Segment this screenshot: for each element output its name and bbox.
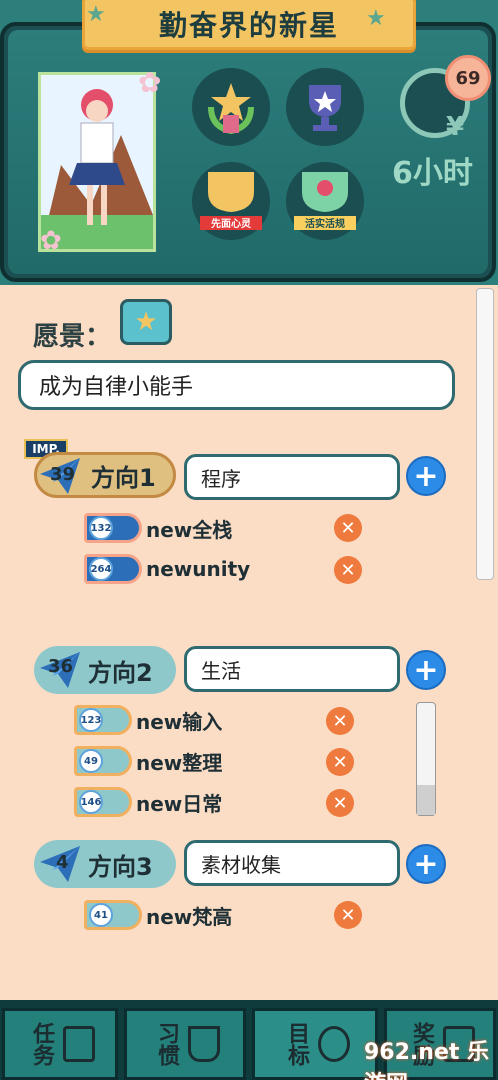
direction-3-input[interactable]: 素材收集: [184, 840, 400, 886]
direction-2-label: 方向2: [88, 658, 153, 687]
direction-1-count: 39: [50, 464, 76, 485]
delete-button[interactable]: ✕: [326, 707, 354, 735]
hours-label: 6小时: [392, 156, 473, 191]
direction-2-scroll-thumb[interactable]: [417, 785, 435, 815]
item-count: 49: [79, 749, 103, 773]
item-count: 132: [89, 516, 113, 540]
list-item[interactable]: 49 new整理: [74, 745, 222, 777]
tab-goals[interactable]: 目标: [252, 1008, 378, 1080]
star-trophy-icon[interactable]: [286, 68, 364, 146]
vision-star-icon[interactable]: ★: [120, 299, 172, 345]
item-count: 41: [89, 903, 113, 927]
delete-button[interactable]: ✕: [334, 901, 362, 929]
tab-tasks[interactable]: 任务: [2, 1008, 118, 1080]
page-title: 勤奋界的新星: [158, 9, 339, 42]
avatar[interactable]: [38, 72, 156, 252]
list-item[interactable]: 123 new输入: [74, 704, 222, 736]
direction-3-count: 4: [56, 852, 69, 873]
item-count: 123: [79, 708, 103, 732]
list-item[interactable]: 264 newunity: [84, 553, 250, 585]
list-item[interactable]: 41 new梵高: [84, 899, 232, 931]
delete-button[interactable]: ✕: [334, 514, 362, 542]
flower-icon: ✿: [40, 226, 62, 256]
vision-input[interactable]: 成为自律小能手: [18, 360, 455, 410]
item-label: new输入: [136, 709, 223, 734]
svg-text:先面心灵: 先面心灵: [211, 217, 252, 230]
item-label: new梵高: [146, 904, 233, 929]
delete-button[interactable]: ✕: [334, 556, 362, 584]
vision-label: 愿景：: [33, 322, 112, 352]
coin-badge: 69: [445, 55, 491, 101]
list-item[interactable]: 132 new全栈: [84, 512, 232, 544]
item-label: newunity: [146, 557, 251, 581]
tab-habits[interactable]: 习惯: [124, 1008, 246, 1080]
direction-1-label: 方向1: [91, 463, 156, 492]
flower-icon: ✿: [138, 66, 162, 99]
direction-1-input[interactable]: 程序: [184, 454, 400, 500]
main-scrollbar[interactable]: [476, 288, 494, 580]
add-task-button[interactable]: +: [406, 456, 446, 496]
direction-3-label: 方向3: [88, 852, 153, 881]
add-task-button[interactable]: +: [406, 650, 446, 690]
coffee-cup-icon: [188, 1026, 220, 1062]
delete-button[interactable]: ✕: [326, 748, 354, 776]
list-item[interactable]: 146 new日常: [74, 786, 222, 818]
item-label: new全栈: [146, 517, 233, 542]
tab-label: 目标: [284, 1022, 309, 1066]
delete-button[interactable]: ✕: [326, 789, 354, 817]
target-icon: [318, 1026, 350, 1062]
item-label: new日常: [136, 791, 223, 816]
add-task-button[interactable]: +: [406, 844, 446, 884]
tab-label: 习惯: [154, 1022, 179, 1066]
item-count: 146: [79, 790, 103, 814]
gold-scale-trophy-icon[interactable]: 先面心灵: [192, 162, 270, 240]
green-trophy-icon[interactable]: 活实活规: [286, 162, 364, 240]
direction-2-input[interactable]: 生活: [184, 646, 400, 692]
svg-text:活实活规: 活实活规: [305, 217, 345, 230]
tab-label: 任务: [29, 1022, 54, 1066]
watermark: 962.net 乐游网: [364, 1040, 490, 1080]
direction-2-count: 36: [48, 656, 74, 677]
item-count: 264: [89, 557, 113, 581]
clipboard-icon: [63, 1026, 95, 1062]
laurel-star-medal-icon[interactable]: [192, 68, 270, 146]
item-label: new整理: [136, 750, 223, 775]
yen-icon: ¥: [446, 112, 465, 142]
